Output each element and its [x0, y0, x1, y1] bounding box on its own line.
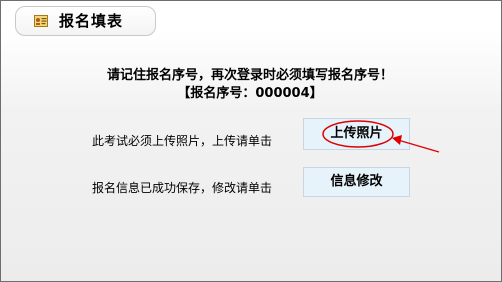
registration-notice: 请记住报名序号，再次登录时必须填写报名序号！	[106, 68, 393, 83]
edit-info-button[interactable]: 信息修改	[303, 167, 410, 197]
panel-tab: 报名填表	[15, 6, 156, 36]
id-card-icon	[34, 15, 48, 27]
registration-number: 【报名序号：000004】	[177, 86, 323, 101]
page-title: 报名填表	[59, 12, 124, 30]
upload-photo-button[interactable]: 上传照片	[303, 118, 410, 150]
edit-info-label: 报名信息已成功保存，修改请单击	[92, 181, 273, 195]
upload-photo-label: 此考试必须上传照片，上传请单击	[92, 134, 273, 148]
